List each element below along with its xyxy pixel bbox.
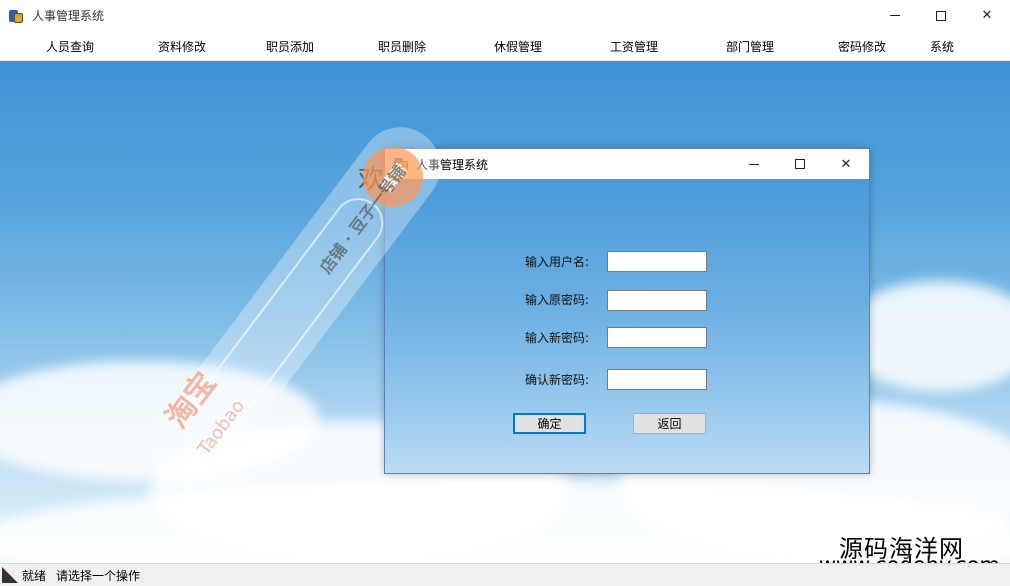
menu-item-add-employee[interactable]: 职员添加 xyxy=(266,38,314,55)
window-title: 人事管理系统 xyxy=(32,9,105,23)
new-password-input[interactable] xyxy=(607,327,707,348)
dialog-maximize-button[interactable] xyxy=(777,149,823,179)
menu-item-edit-profile[interactable]: 资料修改 xyxy=(158,38,206,55)
app-icon xyxy=(9,9,23,23)
close-button[interactable]: ✕ xyxy=(964,0,1010,31)
username-label: 输入用户名: xyxy=(525,255,590,269)
minimize-icon xyxy=(749,163,759,165)
menu-item-department[interactable]: 部门管理 xyxy=(726,38,774,55)
status-message: 请选择一个操作 xyxy=(56,568,141,583)
main-titlebar[interactable]: 人事管理系统 ✕ xyxy=(0,0,1010,31)
menu-item-delete-employee[interactable]: 职员删除 xyxy=(378,38,426,55)
statusbar: 就绪 请选择一个操作 xyxy=(0,563,1010,586)
maximize-icon xyxy=(795,159,805,169)
menu-item-system[interactable]: 系统 xyxy=(930,38,954,55)
new-password-label: 输入新密码: xyxy=(525,331,590,345)
status-ready: 就绪 xyxy=(22,568,47,583)
minimize-icon xyxy=(890,15,900,16)
dialog-close-button[interactable]: ✕ xyxy=(823,149,869,179)
menu-item-query[interactable]: 人员查询 xyxy=(46,38,94,55)
menu-item-password[interactable]: 密码修改 xyxy=(838,38,886,55)
change-password-dialog: 人事管理系统 ✕ 输入用户名: 输入原密码: 输入新密码: 确认新密码: 确定 … xyxy=(384,148,870,474)
menu-item-leave[interactable]: 休假管理 xyxy=(494,38,542,55)
username-input[interactable] xyxy=(607,251,707,272)
back-button[interactable]: 返回 xyxy=(633,413,706,434)
dialog-minimize-button[interactable] xyxy=(731,149,777,179)
close-icon: ✕ xyxy=(840,156,852,172)
minimize-button[interactable] xyxy=(872,0,918,31)
menubar: 人员查询 资料修改 职员添加 职员删除 休假管理 工资管理 部门管理 密码修改 … xyxy=(0,31,1010,61)
old-password-label: 输入原密码: xyxy=(525,293,590,307)
maximize-button[interactable] xyxy=(918,0,964,31)
close-icon: ✕ xyxy=(981,8,993,23)
dialog-body: 输入用户名: 输入原密码: 输入新密码: 确认新密码: 确定 返回 xyxy=(385,179,869,473)
maximize-icon xyxy=(936,10,946,21)
menu-item-salary[interactable]: 工资管理 xyxy=(610,38,658,55)
old-password-input[interactable] xyxy=(607,290,707,311)
confirm-password-input[interactable] xyxy=(607,369,707,390)
dialog-titlebar[interactable]: 人事管理系统 ✕ xyxy=(385,149,869,179)
ok-button[interactable]: 确定 xyxy=(513,413,586,434)
confirm-password-label: 确认新密码: xyxy=(525,373,590,387)
resize-grip-icon[interactable] xyxy=(2,567,18,583)
